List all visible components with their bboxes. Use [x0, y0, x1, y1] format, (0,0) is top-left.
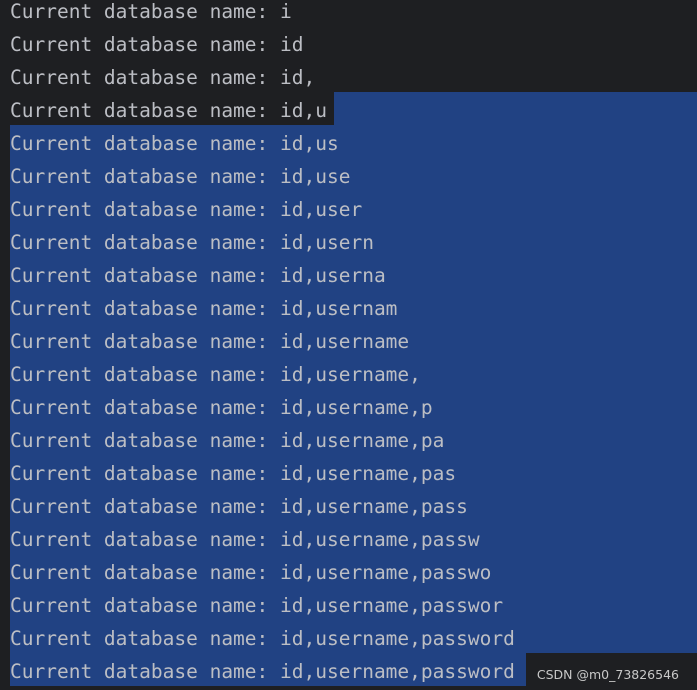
- selection-highlight-first-row: [334, 92, 697, 125]
- console-line[interactable]: Current database name: id,username,: [10, 363, 421, 396]
- console-line[interactable]: Current database name: id,use: [10, 165, 350, 198]
- console-line[interactable]: Current database name: id,username,pa: [10, 429, 444, 462]
- console-line[interactable]: Current database name: id,user: [10, 198, 362, 231]
- console-output[interactable]: Current database name: i Current databas…: [0, 0, 697, 690]
- console-line[interactable]: Current database name: id,usernam: [10, 297, 397, 330]
- console-line[interactable]: Current database name: id,userna: [10, 264, 386, 297]
- console-line[interactable]: Current database name: id,username,passw: [10, 528, 480, 561]
- console-line[interactable]: Current database name: id,usern: [10, 231, 374, 264]
- console-line[interactable]: Current database name: id,username: [10, 330, 409, 363]
- console-line[interactable]: Current database name: id,username,pass: [10, 495, 468, 528]
- console-line[interactable]: Current database name: id: [10, 33, 304, 66]
- console-line[interactable]: Current database name: id,username,passw…: [10, 561, 491, 594]
- console-line[interactable]: Current database name: id,: [10, 66, 315, 99]
- console-line[interactable]: Current database name: id,username,passw…: [10, 627, 515, 660]
- console-line[interactable]: Current database name: id,username,passw…: [10, 660, 515, 690]
- console-line[interactable]: Current database name: id,username,passw…: [10, 594, 503, 627]
- console-line[interactable]: Current database name: id,username,pas: [10, 462, 456, 495]
- console-line[interactable]: Current database name: id,us: [10, 132, 339, 165]
- console-line[interactable]: Current database name: id,username,p: [10, 396, 433, 429]
- watermark: CSDN @m0_73826546: [536, 667, 679, 682]
- console-line[interactable]: Current database name: i: [10, 0, 292, 33]
- console-line[interactable]: Current database name: id,u: [10, 99, 327, 132]
